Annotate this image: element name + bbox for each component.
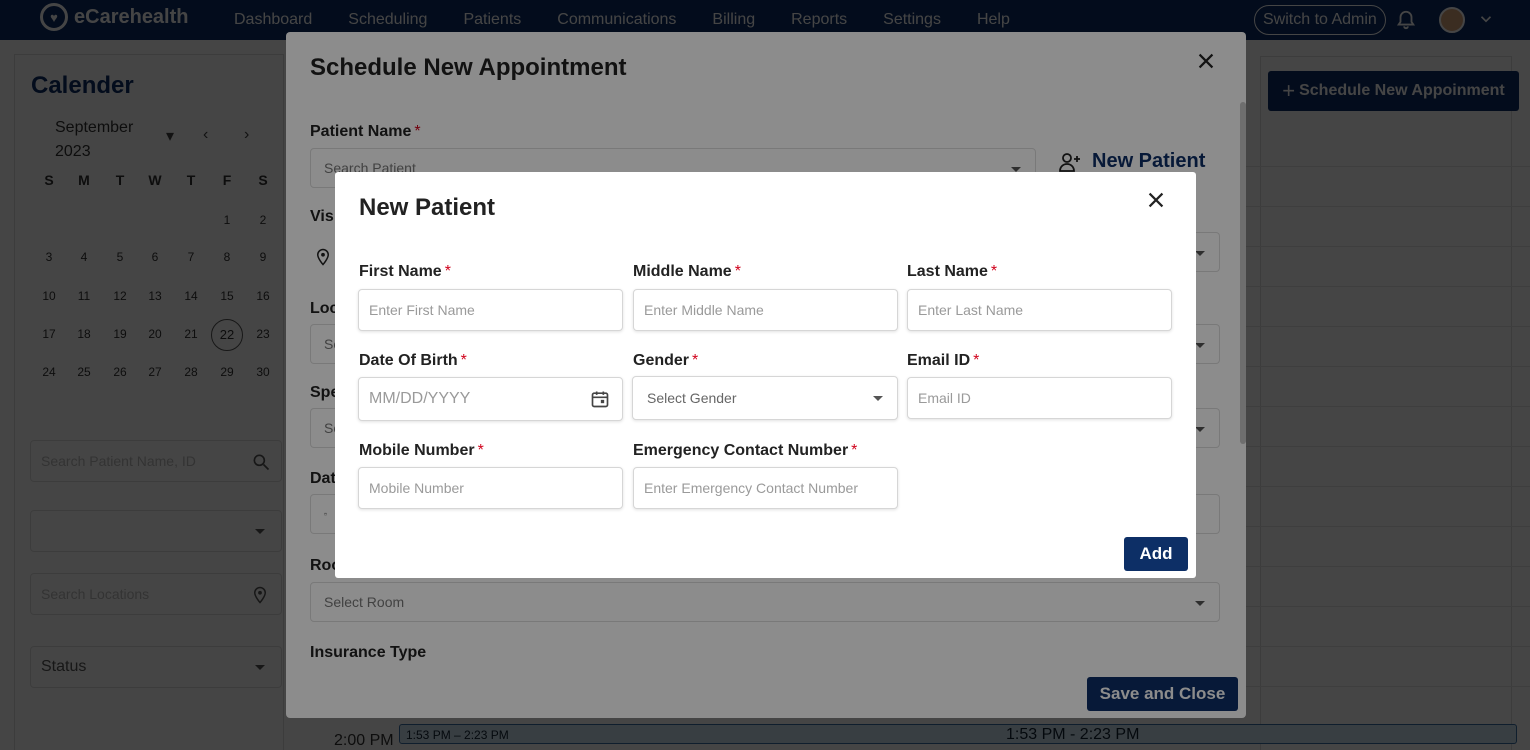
- first-name-label: First Name *: [359, 263, 451, 281]
- dob-placeholder: MM/DD/YYYY: [369, 390, 471, 407]
- mobile-number-text: Mobile Number: [359, 442, 475, 459]
- middle-name-text: Middle Name: [633, 263, 732, 280]
- email-text: Email ID: [907, 352, 971, 369]
- first-name-placeholder: Enter First Name: [369, 302, 475, 318]
- email-field[interactable]: Email ID: [907, 377, 1172, 419]
- gender-placeholder: Select Gender: [647, 390, 737, 406]
- email-placeholder: Email ID: [918, 390, 971, 406]
- middle-name-field[interactable]: Enter Middle Name: [633, 289, 898, 331]
- last-name-text: Last Name: [907, 263, 988, 280]
- required-marker: *: [692, 352, 699, 369]
- gender-text: Gender: [633, 352, 690, 369]
- last-name-field[interactable]: Enter Last Name: [907, 289, 1172, 331]
- emergency-contact-field[interactable]: Enter Emergency Contact Number: [633, 467, 898, 509]
- first-name-field[interactable]: Enter First Name: [358, 289, 623, 331]
- emergency-contact-placeholder: Enter Emergency Contact Number: [644, 480, 858, 496]
- required-marker: *: [477, 442, 484, 459]
- emergency-contact-text: Emergency Contact Number: [633, 442, 849, 459]
- middle-name-label: Middle Name *: [633, 263, 741, 281]
- emergency-contact-label: Emergency Contact Number *: [633, 442, 857, 460]
- close-icon[interactable]: [1145, 189, 1167, 211]
- mobile-number-placeholder: Mobile Number: [369, 480, 464, 496]
- middle-name-placeholder: Enter Middle Name: [644, 302, 764, 318]
- caret-down-icon: [873, 396, 883, 401]
- required-marker: *: [734, 263, 741, 280]
- required-marker: *: [851, 442, 858, 459]
- dob-label: Date Of Birth *: [359, 352, 467, 370]
- add-patient-button[interactable]: Add: [1124, 537, 1188, 571]
- new-patient-modal: New Patient First Name * Enter First Name…: [335, 172, 1196, 578]
- required-marker: *: [990, 263, 998, 280]
- last-name-placeholder: Enter Last Name: [918, 302, 1024, 318]
- new-patient-modal-title: New Patient: [359, 194, 496, 221]
- calendar-icon[interactable]: [590, 388, 610, 410]
- mobile-number-label: Mobile Number *: [359, 442, 484, 460]
- required-marker: *: [460, 352, 467, 369]
- first-name-text: First Name: [359, 263, 442, 280]
- dob-field[interactable]: MM/DD/YYYY: [358, 377, 623, 421]
- mobile-number-field[interactable]: Mobile Number: [358, 467, 623, 509]
- required-marker: *: [444, 263, 451, 280]
- email-label: Email ID *: [907, 352, 979, 370]
- gender-select[interactable]: Select Gender: [632, 376, 898, 420]
- gender-label: Gender *: [633, 352, 698, 370]
- dob-text: Date Of Birth: [359, 352, 458, 369]
- last-name-label: Last Name *: [907, 263, 997, 281]
- required-marker: *: [973, 352, 980, 369]
